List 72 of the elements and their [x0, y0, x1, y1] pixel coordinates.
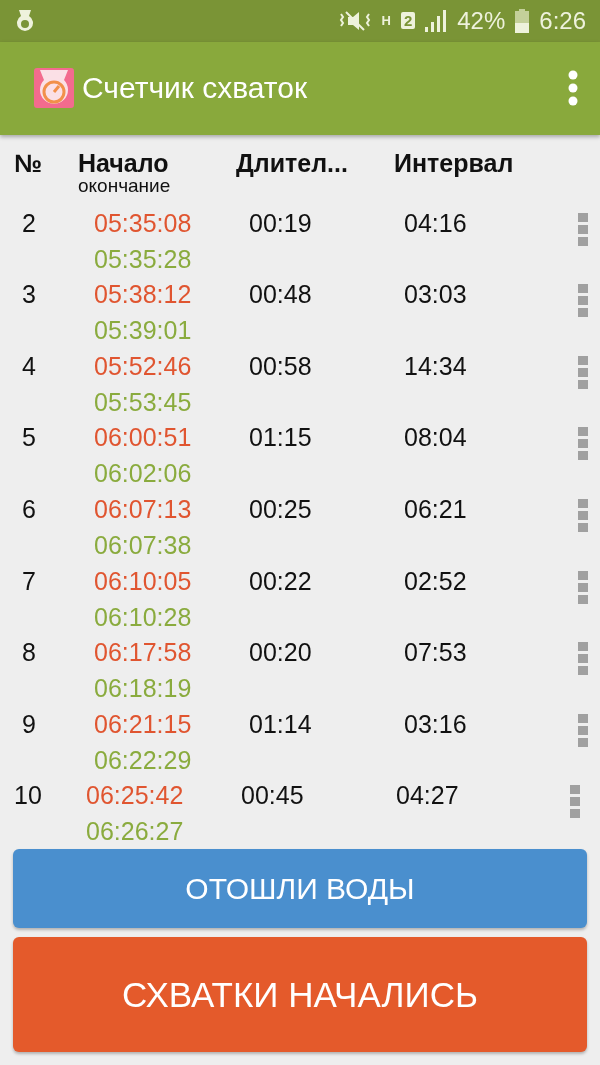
end-time: 05:53:45 [94, 386, 193, 418]
duration-cell-text: 00:22 [249, 565, 313, 597]
row-menu-icon[interactable] [578, 212, 588, 247]
network-type: H [381, 13, 391, 29]
interval-cell-text: 03:16 [404, 708, 468, 740]
column-subheader: окончание [78, 176, 172, 195]
start-time: 05:52:46 [94, 350, 193, 382]
duration-cell-text: 00:45 [241, 780, 305, 812]
action-button[interactable]: ОТОШЛИ ВОДЫ [13, 849, 587, 928]
row-menu-icon[interactable] [578, 570, 588, 605]
start-time: 06:07:13 [94, 494, 193, 526]
duration-cell-text: 01:15 [249, 422, 313, 454]
start-time: 06:25:42 [86, 780, 185, 812]
row-number: 7 [22, 565, 37, 597]
mute-icon [337, 8, 372, 33]
row-menu-icon[interactable] [570, 785, 580, 820]
interval-cell-text: 07:53 [404, 637, 468, 669]
column-header: Интервал [394, 148, 515, 177]
column-header: Длител... [236, 148, 349, 177]
interval-cell-text: 02:52 [404, 565, 468, 597]
row-menu-icon[interactable] [578, 713, 588, 748]
start-time: 06:10:05 [94, 565, 193, 597]
row-menu-icon[interactable] [578, 427, 588, 462]
row-number: 5 [22, 422, 37, 454]
end-time: 05:35:28 [94, 243, 193, 275]
stopwatch-logo-icon [34, 68, 74, 109]
column-header: № [14, 148, 43, 177]
duration-cell-text: 01:14 [249, 708, 313, 740]
interval-cell-text: 08:04 [404, 422, 468, 454]
start-time: 05:38:12 [94, 279, 193, 311]
sim-badge: 2 [400, 12, 416, 30]
start-time: 06:21:15 [94, 708, 193, 740]
duration-cell-text: 00:48 [249, 279, 313, 311]
row-number: 4 [22, 350, 37, 382]
battery-icon [515, 8, 530, 33]
column-header: Начало [78, 148, 170, 177]
duration-cell-text: 00:25 [249, 494, 313, 526]
interval-cell-text: 03:03 [404, 279, 468, 311]
interval-cell-text: 04:16 [404, 207, 468, 239]
end-time: 06:26:27 [86, 816, 185, 848]
interval-cell-text: 06:21 [404, 494, 468, 526]
more-menu-icon[interactable] [568, 70, 578, 107]
action-button[interactable]: СХВАТКИ НАЧАЛИСЬ [13, 937, 587, 1052]
row-number: 3 [22, 279, 37, 311]
start-time: 06:17:58 [94, 637, 193, 669]
row-menu-icon[interactable] [578, 355, 588, 390]
duration-cell-text: 00:20 [249, 637, 313, 669]
row-number: 8 [22, 637, 37, 669]
end-time: 06:02:06 [94, 458, 193, 490]
row-number: 2 [22, 207, 37, 239]
row-menu-icon[interactable] [578, 499, 588, 534]
end-time: 05:39:01 [94, 315, 193, 347]
clock: 6:26 [539, 6, 586, 35]
interval-cell-text: 14:34 [404, 350, 468, 382]
duration-cell-text: 00:19 [249, 207, 313, 239]
signal-icon [425, 9, 448, 32]
app-notification-icon [14, 7, 36, 34]
start-time: 05:35:08 [94, 207, 193, 239]
row-number: 6 [22, 494, 37, 526]
row-number: 9 [22, 708, 37, 740]
end-time: 06:10:28 [94, 601, 193, 633]
duration-cell-text: 00:58 [249, 350, 313, 382]
app-title: Счетчик схваток [82, 71, 309, 106]
row-menu-icon[interactable] [578, 642, 588, 677]
row-menu-icon[interactable] [578, 284, 588, 319]
row-number: 10 [14, 780, 43, 812]
end-time: 06:07:38 [94, 530, 193, 562]
interval-cell-text: 04:27 [396, 780, 460, 812]
end-time: 06:22:29 [94, 744, 193, 776]
battery-percent: 42% [457, 6, 506, 35]
start-time: 06:00:51 [94, 422, 193, 454]
end-time: 06:18:19 [94, 673, 193, 705]
